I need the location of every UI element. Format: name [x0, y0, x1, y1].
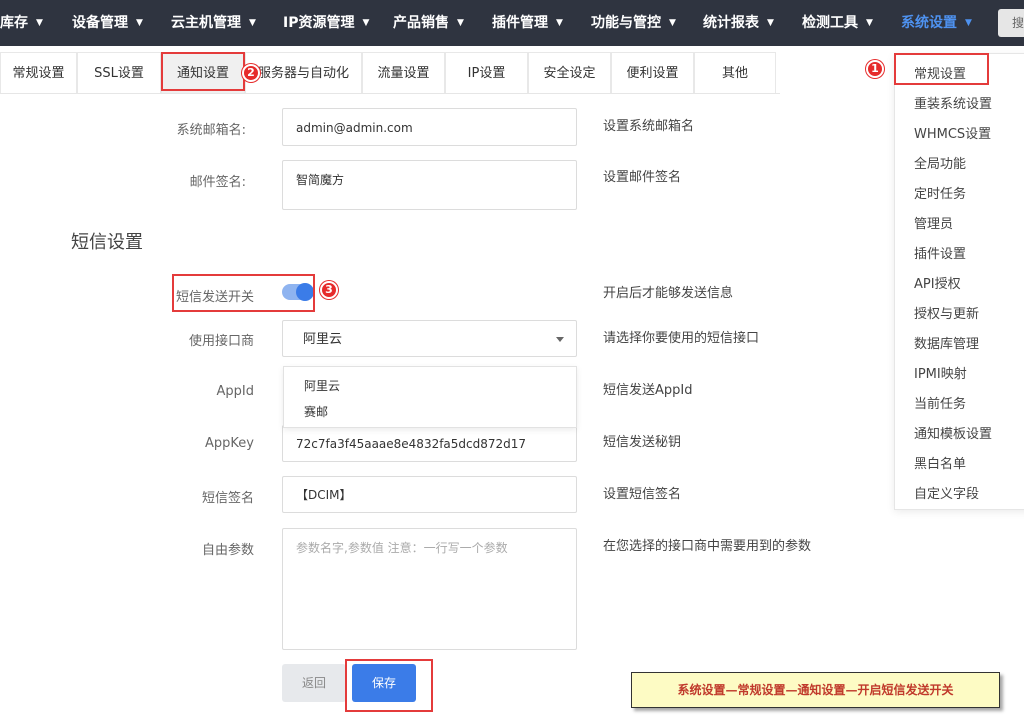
tab-security[interactable]: 安全设定: [528, 52, 611, 94]
provider-option-aliyun[interactable]: 阿里云: [304, 377, 340, 394]
tab-ssl[interactable]: SSL设置: [77, 52, 161, 94]
menu-item-admins[interactable]: 管理员: [914, 213, 953, 232]
sms-section-title: 短信设置: [71, 232, 143, 253]
menu-item-templates[interactable]: 通知模板设置: [914, 423, 992, 442]
menu-item-reinstall[interactable]: 重装系统设置: [914, 93, 992, 112]
menu-item-blackwhite[interactable]: 黑白名单: [914, 453, 966, 472]
tab-divider: [0, 93, 780, 94]
tab-traffic[interactable]: 流量设置: [362, 52, 445, 94]
nav-item-reports[interactable]: 统计报表 ▼: [703, 0, 774, 46]
appid-hint: 短信发送AppId: [603, 383, 693, 398]
chevron-down-icon: ▼: [965, 18, 972, 28]
sms-sign-input[interactable]: 【DCIM】: [282, 476, 577, 513]
nav-item-inventory[interactable]: 库存 ▼: [0, 0, 43, 46]
menu-item-ipmi[interactable]: IPMI映射: [914, 363, 967, 382]
provider-selected-value: 阿里云: [303, 332, 343, 347]
mail-sign-label: 邮件签名:: [189, 175, 246, 190]
nav-item-cloud[interactable]: 云主机管理 ▼: [171, 0, 256, 46]
tab-ip[interactable]: IP设置: [445, 52, 528, 94]
provider-hint: 请选择你要使用的短信接口: [603, 331, 760, 346]
appkey-hint: 短信发送秘钥: [603, 435, 682, 450]
nav-item-system-settings[interactable]: 系统设置 ▼: [901, 0, 972, 46]
back-button[interactable]: 返回: [282, 664, 346, 702]
sys-email-input[interactable]: admin@admin.com: [282, 108, 577, 146]
mail-sign-hint: 设置邮件签名: [603, 170, 682, 185]
nav-item-plugins[interactable]: 插件管理 ▼: [492, 0, 563, 46]
chevron-down-icon: ▼: [457, 18, 464, 28]
menu-item-global[interactable]: 全局功能: [914, 153, 966, 172]
tab-other[interactable]: 其他: [694, 52, 776, 94]
appkey-input[interactable]: 72c7fa3f45aaae8e4832fa5dcd872d17: [282, 425, 577, 462]
chevron-down-icon: ▼: [669, 18, 676, 28]
tab-server-automation[interactable]: 服务器与自动化: [245, 52, 362, 94]
menu-item-tasks[interactable]: 当前任务: [914, 393, 966, 412]
nav-item-devices[interactable]: 设备管理 ▼: [72, 0, 143, 46]
tab-convenience[interactable]: 便利设置: [611, 52, 694, 94]
provider-option-saiyou[interactable]: 赛邮: [304, 403, 328, 420]
params-hint: 在您选择的接口商中需要用到的参数: [603, 539, 812, 554]
step-badge-3: 3: [320, 281, 338, 299]
chevron-down-icon: ▼: [767, 18, 774, 28]
caret-down-icon: [556, 337, 564, 342]
step-badge-2: 2: [242, 64, 260, 82]
appkey-label: AppKey: [205, 436, 254, 451]
chevron-down-icon: ▼: [556, 18, 563, 28]
menu-item-database[interactable]: 数据库管理: [914, 333, 979, 352]
sms-sign-label: 短信签名: [201, 491, 254, 506]
step-badge-1: 1: [866, 60, 884, 78]
annotation-box-general: [894, 53, 989, 85]
top-nav: 库存 ▼ 设备管理 ▼ 云主机管理 ▼ IP资源管理 ▼ 产品销售 ▼ 插件管理 ▼ 功能与…: [0, 0, 1024, 46]
sys-email-label: 系统邮箱名:: [176, 123, 246, 138]
chevron-down-icon: ▼: [362, 18, 370, 28]
sms-switch-hint: 开启后才能够发送信息: [603, 286, 734, 301]
provider-label: 使用接口商: [188, 334, 254, 349]
menu-item-license[interactable]: 授权与更新: [914, 303, 979, 322]
tab-general[interactable]: 常规设置: [0, 52, 77, 94]
params-textarea[interactable]: 参数名字,参数值 注意：一行写一个参数: [282, 528, 577, 650]
annotation-box-switch: [172, 274, 315, 312]
sys-email-hint: 设置系统邮箱名: [603, 119, 695, 134]
nav-item-ip[interactable]: IP资源管理 ▼: [283, 0, 369, 46]
menu-item-whmcs[interactable]: WHMCS设置: [914, 123, 991, 142]
menu-item-cron[interactable]: 定时任务: [914, 183, 966, 202]
chevron-down-icon: ▼: [249, 18, 256, 28]
chevron-down-icon: ▼: [36, 18, 43, 28]
mail-sign-textarea[interactable]: 智简魔方: [282, 160, 577, 210]
menu-item-api[interactable]: API授权: [914, 273, 961, 292]
sms-sign-hint: 设置短信签名: [603, 487, 682, 502]
annotation-box-save: [345, 659, 433, 712]
system-settings-menu: 常规设置 重装系统设置 WHMCS设置 全局功能 定时任务 管理员 插件设置 A…: [894, 53, 1024, 510]
menu-item-custom-fields[interactable]: 自定义字段: [914, 483, 979, 502]
chevron-down-icon: ▼: [136, 18, 143, 28]
chevron-down-icon: ▼: [866, 18, 873, 28]
provider-select[interactable]: 阿里云: [282, 320, 577, 357]
appid-label: AppId: [216, 384, 254, 399]
params-label: 自由参数: [201, 543, 254, 558]
nav-item-control[interactable]: 功能与管控 ▼: [591, 0, 676, 46]
annotation-box-notification: [161, 52, 245, 91]
instruction-note: 系统设置—常规设置—通知设置—开启短信发送开关: [631, 672, 1000, 708]
menu-item-plugins[interactable]: 插件设置: [914, 243, 966, 262]
provider-dropdown: 阿里云 赛邮: [283, 366, 577, 428]
nav-item-tools[interactable]: 检测工具 ▼: [802, 0, 873, 46]
search-input[interactable]: 搜: [998, 9, 1024, 37]
nav-item-sales[interactable]: 产品销售 ▼: [393, 0, 464, 46]
